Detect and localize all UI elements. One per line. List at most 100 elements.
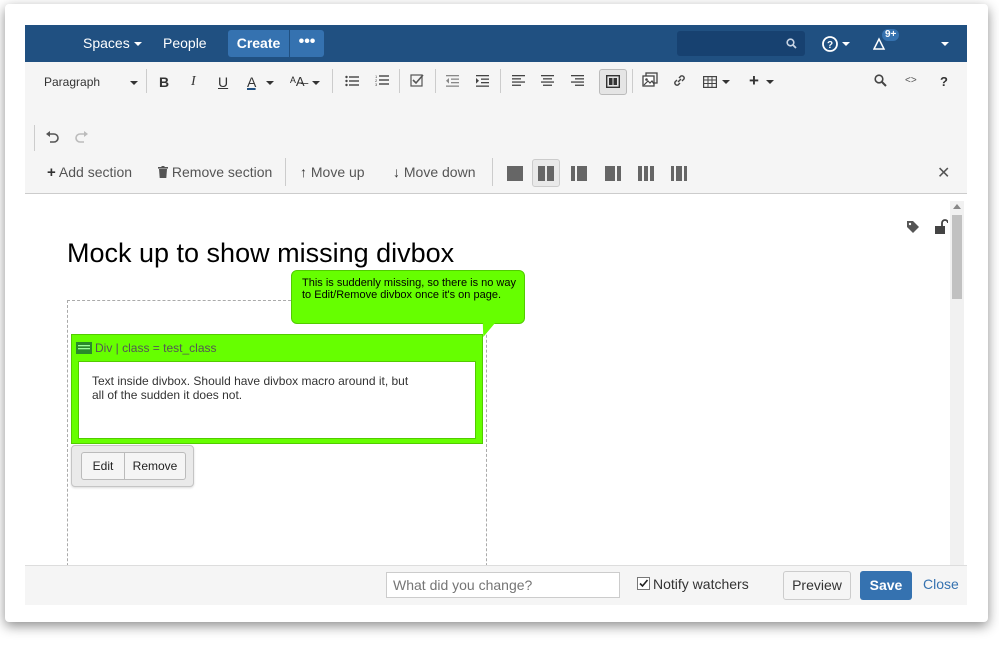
toolbar-divider: [492, 158, 493, 186]
annotation-text: This is suddenly missing, so there is no…: [302, 277, 516, 301]
page-layout-button[interactable]: [599, 69, 627, 95]
paragraph-format-label: Paragraph: [44, 75, 101, 89]
paragraph-format-select[interactable]: Paragraph: [44, 75, 139, 89]
insert-more-button[interactable]: +: [749, 71, 774, 91]
divbox-macro-header: Div | class = test_class: [76, 339, 217, 357]
chevron-down-icon: [722, 80, 730, 85]
indent-icon[interactable]: [476, 75, 489, 87]
italic-button[interactable]: I: [191, 74, 196, 90]
notify-watchers-checkbox[interactable]: [637, 577, 650, 590]
toolbar-divider: [500, 69, 501, 93]
page-title[interactable]: Mock up to show missing divbox: [67, 238, 454, 269]
remove-section-button[interactable]: Remove section: [158, 164, 272, 180]
more-create-button[interactable]: •••: [290, 30, 324, 57]
layout-three-columns-icon: [638, 166, 654, 181]
layout-right-sidebar-button[interactable]: [600, 160, 626, 186]
arrow-up-icon: ↑: [300, 164, 307, 180]
change-comment-input[interactable]: [386, 572, 620, 598]
text-color-label: A: [247, 74, 256, 90]
editor-toolbar: Paragraph B I U A ᴬA̶ 1 2 3 + <> ? + Add…: [25, 62, 967, 194]
scroll-up-arrow-icon[interactable]: [953, 204, 961, 209]
notify-watchers-toggle[interactable]: Notify watchers: [637, 576, 749, 592]
layout-right-sidebar-icon: [605, 166, 621, 181]
strikethrough-icon: ᴬA̶: [290, 74, 305, 89]
close-button[interactable]: Close: [923, 576, 959, 592]
link-icon[interactable]: [672, 73, 687, 88]
tag-icon[interactable]: [906, 220, 920, 234]
annotation-callout: This is suddenly missing, so there is no…: [291, 270, 525, 324]
search-input[interactable]: [677, 31, 805, 56]
layout-three-columns-sidebars-button[interactable]: [666, 160, 692, 186]
remove-section-label: Remove section: [171, 164, 273, 180]
help-menu[interactable]: ?: [822, 25, 850, 62]
insert-image-icon[interactable]: [642, 72, 658, 88]
svg-text:3: 3: [375, 82, 378, 87]
notification-badge: 9+: [882, 29, 900, 41]
preview-button[interactable]: Preview: [783, 571, 851, 600]
move-up-button[interactable]: ↑ Move up: [300, 164, 365, 180]
align-left-icon[interactable]: [512, 75, 525, 86]
top-navigation: Spaces People Create ••• ? 9+: [25, 25, 967, 62]
undo-icon[interactable]: [45, 131, 59, 144]
layout-two-columns-button[interactable]: [532, 159, 560, 187]
layout-single-icon: [507, 166, 523, 181]
remove-button[interactable]: Remove: [124, 452, 186, 480]
source-editor-button[interactable]: <>: [905, 75, 917, 86]
redo-icon[interactable]: [75, 131, 89, 144]
layout-two-columns-icon: [538, 166, 554, 181]
chevron-down-icon: [266, 81, 275, 86]
notify-watchers-label: Notify watchers: [653, 576, 749, 592]
find-replace-icon[interactable]: [874, 74, 887, 87]
people-link[interactable]: People: [163, 25, 207, 62]
insert-table-button[interactable]: [703, 73, 730, 89]
toolbar-divider: [632, 69, 633, 93]
layout-left-sidebar-button[interactable]: [566, 160, 592, 186]
chevron-down-icon: [133, 42, 142, 47]
chevron-down-icon: [130, 80, 139, 85]
layout-three-columns-sidebars-icon: [671, 166, 687, 181]
editor-footer: Notify watchers Preview Save Close: [25, 565, 967, 605]
numbered-list-icon[interactable]: 1 2 3: [375, 74, 389, 87]
outdent-icon[interactable]: [446, 75, 459, 87]
toolbar-divider: [332, 69, 333, 93]
keyboard-help-button[interactable]: ?: [940, 74, 948, 89]
divbox-body[interactable]: Text inside divbox. Should have divbox m…: [78, 361, 476, 439]
save-button[interactable]: Save: [860, 571, 912, 600]
edit-button[interactable]: Edit: [81, 452, 125, 480]
trash-icon: [158, 166, 168, 178]
align-center-icon[interactable]: [541, 75, 554, 86]
page-layout-icon: [606, 75, 620, 88]
text-color-button[interactable]: A: [247, 74, 275, 90]
vertical-scrollbar[interactable]: [950, 201, 964, 591]
task-list-icon[interactable]: [410, 73, 425, 88]
add-section-label: Add section: [58, 164, 133, 180]
align-right-icon[interactable]: [571, 75, 584, 86]
layout-three-columns-button[interactable]: [633, 160, 659, 186]
spaces-menu[interactable]: Spaces: [83, 25, 142, 62]
layout-single-button[interactable]: [503, 160, 529, 186]
more-formatting-button[interactable]: ᴬA̶: [290, 74, 321, 89]
add-section-button[interactable]: + Add section: [47, 164, 132, 181]
underline-button[interactable]: U: [218, 74, 228, 90]
svg-text:?: ?: [827, 40, 833, 51]
close-icon[interactable]: ✕: [937, 163, 950, 183]
user-menu[interactable]: [937, 25, 949, 62]
toolbar-divider: [399, 69, 400, 93]
move-down-button[interactable]: ↓ Move down: [393, 164, 475, 180]
divbox-macro-title: Div | class = test_class: [95, 341, 217, 355]
chevron-down-icon: [765, 79, 774, 84]
bullet-list-icon[interactable]: [345, 75, 359, 87]
help-icon: ?: [822, 36, 838, 53]
divbox-text: Text inside divbox. Should have divbox m…: [92, 374, 409, 402]
scrollbar-thumb[interactable]: [952, 215, 962, 299]
divbox-macro[interactable]: Div | class = test_class Text inside div…: [71, 334, 483, 444]
move-up-label: Move up: [310, 164, 365, 180]
bold-button[interactable]: B: [159, 74, 169, 90]
unlock-icon[interactable]: [934, 219, 948, 234]
editor-content[interactable]: Mock up to show missing divbox Div | cla…: [25, 194, 967, 591]
create-button[interactable]: Create: [228, 30, 289, 57]
notifications-button[interactable]: 9+: [872, 25, 900, 62]
chevron-down-icon: [842, 42, 850, 47]
toolbar-divider: [34, 125, 35, 151]
chevron-down-icon: [941, 42, 949, 47]
